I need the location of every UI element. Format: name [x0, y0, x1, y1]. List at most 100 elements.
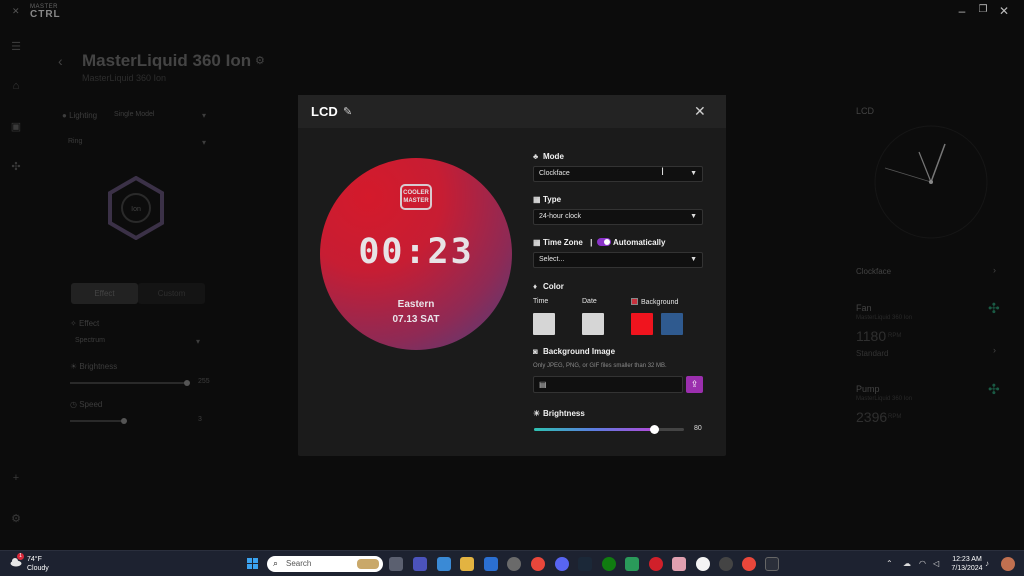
mode-label: ♣ Mode [533, 152, 564, 161]
timezone-select[interactable]: Select... ▼ [533, 252, 703, 268]
wifi-icon[interactable]: ◠ [919, 559, 926, 568]
app-icon[interactable] [696, 557, 710, 571]
app-icon[interactable] [672, 557, 686, 571]
custom-tab[interactable]: Custom [138, 283, 205, 304]
pump-label: Pump [856, 384, 880, 394]
camera-icon: ◙ [533, 347, 538, 356]
mode-icon: ♣ [533, 152, 539, 161]
brightness-value: 255 [198, 378, 210, 385]
close-icon[interactable]: ✕ [694, 103, 706, 120]
chevron-right-icon[interactable]: › [993, 265, 996, 275]
effect-label: ✧ Effect [70, 319, 100, 328]
brightness-slider[interactable] [534, 425, 684, 434]
brightness-fill [534, 428, 654, 431]
cooler-master-logo: COOLER MASTER [400, 184, 432, 210]
speed-knob[interactable] [121, 418, 127, 424]
background-image-field[interactable]: ▤ [533, 376, 683, 393]
discord-icon[interactable] [555, 557, 569, 571]
date-color-swatch[interactable] [582, 313, 604, 335]
zone-select[interactable]: Ring [68, 138, 82, 145]
home-icon[interactable]: ⌂ [8, 80, 24, 92]
minimize-button[interactable]: – [954, 4, 970, 18]
window-close-button[interactable]: ✕ [996, 4, 1012, 18]
app-icon[interactable] [719, 557, 733, 571]
chrome-icon[interactable] [742, 557, 756, 571]
type-select[interactable]: 24-hour clock ▼ [533, 209, 703, 225]
preview-time: 00:23 [358, 232, 474, 272]
image-file-icon: ▤ [539, 380, 547, 389]
copilot-icon[interactable] [1001, 557, 1015, 571]
chevron-down-icon: ▼ [690, 256, 697, 263]
chevron-right-icon[interactable]: › [993, 345, 996, 355]
settings-icon[interactable]: ⚙ [8, 512, 24, 525]
pencil-icon[interactable]: ✎ [343, 105, 352, 118]
device-settings-icon[interactable]: ⚙ [255, 54, 265, 67]
lcd-panel-label: LCD [856, 106, 875, 116]
date-color-label: Date [582, 298, 597, 305]
lighting-mode-select[interactable]: Single Model [114, 111, 154, 118]
preview-date: 07.13 SAT [392, 314, 440, 325]
volume-icon[interactable]: ◁ [933, 559, 939, 568]
preview-zone: Eastern [397, 299, 435, 310]
background-color-label: Background [631, 298, 678, 306]
auto-timezone-toggle[interactable] [597, 238, 611, 246]
file-hint: Only JPEG, PNG, or GIF files smaller tha… [533, 363, 667, 369]
background-color-swatch-1[interactable] [631, 313, 653, 335]
mode-select[interactable]: Clockface ▼ [533, 166, 703, 182]
back-chevron-icon[interactable]: ‹ [58, 53, 63, 69]
rgb-hex-preview: Ion [108, 176, 164, 240]
weather-badge: 1 [17, 553, 24, 560]
app-icon[interactable] [649, 557, 663, 571]
steam-icon[interactable] [578, 557, 592, 571]
effect-select[interactable]: Spectrum [75, 337, 105, 344]
weather-widget[interactable]: 74°F Cloudy [27, 555, 49, 573]
file-explorer-icon[interactable] [460, 557, 474, 571]
dialog-header: LCD ✎ ✕ [298, 95, 726, 128]
type-label: ▦ Type [533, 195, 562, 204]
speed-slider[interactable] [70, 420, 126, 422]
auto-label: Automatically [613, 238, 666, 247]
upload-button[interactable]: ⇪ [686, 376, 703, 393]
restore-button[interactable]: ❐ [975, 4, 991, 15]
masterctrl-icon[interactable] [765, 557, 779, 571]
xbox-icon[interactable] [602, 557, 616, 571]
windows-start-icon[interactable] [247, 558, 259, 570]
background-color-swatch-2[interactable] [661, 313, 683, 335]
brightness-slider[interactable] [70, 382, 188, 384]
sun-icon: ☀ [533, 409, 541, 418]
chevron-up-icon[interactable]: ⌃ [886, 559, 893, 568]
bell-icon[interactable]: ♪ [985, 559, 989, 568]
taskbar-search[interactable]: ⌕ Search [267, 556, 383, 572]
app-logo-icon: ✕ [12, 6, 20, 16]
pump-icon: ✣ [988, 381, 1000, 397]
app-icon[interactable] [625, 557, 639, 571]
fan-nav-icon[interactable]: ✣ [8, 160, 24, 173]
task-view-icon[interactable] [389, 557, 403, 571]
text-cursor: I [661, 166, 665, 178]
background-image-label: ◙ Background Image [533, 347, 616, 356]
add-icon[interactable]: + [8, 472, 24, 484]
menu-icon[interactable]: ☰ [8, 40, 24, 53]
effect-tab[interactable]: Effect [71, 283, 138, 304]
onedrive-icon[interactable]: ☁ [903, 559, 911, 568]
fan-rpm: 1180 [856, 328, 887, 344]
fan-rpm-unit: RPM [888, 333, 902, 339]
photos-icon[interactable] [437, 557, 451, 571]
brightness-knob[interactable] [650, 425, 659, 434]
brightness-knob[interactable] [184, 380, 190, 386]
dialog-title: LCD [311, 104, 338, 119]
taskbar-clock[interactable]: 12:23 AM 7/13/2024 [950, 555, 984, 573]
taskbar: 1 74°F Cloudy ⌕ Search ⌃ ☁ ◠ ◁ 12:23 AM … [0, 550, 1024, 576]
devices-icon[interactable]: ▣ [8, 120, 24, 133]
teams-icon[interactable] [413, 557, 427, 571]
background-checkbox[interactable] [631, 298, 638, 305]
fan-sub: MasterLiquid 360 Ion [856, 315, 913, 321]
brightness-label: ☀ Brightness [70, 362, 118, 371]
app-icon[interactable] [507, 557, 521, 571]
chevron-down-icon: ▾ [202, 111, 207, 120]
store-icon[interactable] [484, 557, 498, 571]
separator: | [590, 238, 593, 247]
chrome-icon[interactable] [531, 557, 545, 571]
logo-line-1: COOLER [403, 190, 429, 196]
time-color-swatch[interactable] [533, 313, 555, 335]
